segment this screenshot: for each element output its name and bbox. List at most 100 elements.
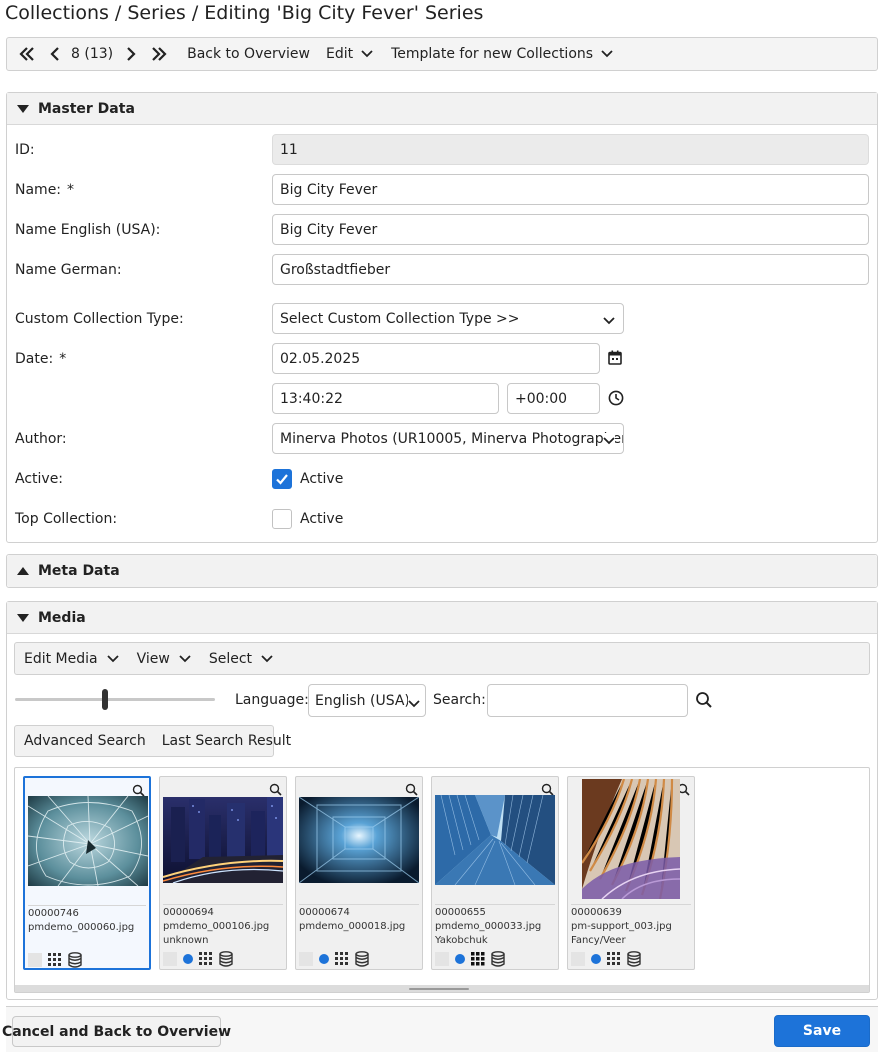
media-tile[interactable]: 00000694 pmdemo_000106.jpg unknown	[159, 776, 287, 970]
grid-icon[interactable]	[607, 952, 621, 966]
name-input[interactable]: Big City Fever	[272, 174, 869, 205]
chevron-down-icon	[601, 50, 613, 58]
media-thumbnail[interactable]	[435, 795, 555, 885]
database-icon[interactable]	[219, 951, 233, 967]
template-menu-button[interactable]: Template for new Collections	[391, 38, 613, 70]
required-mark: *	[67, 182, 75, 198]
view-menu[interactable]: View	[137, 651, 191, 667]
media-filename: pmdemo_000060.jpg	[28, 922, 135, 933]
select-box-icon[interactable]	[571, 952, 585, 966]
next-record-button[interactable]	[121, 38, 141, 70]
media-thumbnail[interactable]	[582, 779, 680, 899]
language-label: Language:	[235, 692, 309, 708]
active-checkbox-label[interactable]: Active	[300, 471, 343, 487]
database-icon[interactable]	[627, 951, 641, 967]
tile-actions	[571, 951, 641, 967]
meta-data-title: Meta Data	[38, 563, 120, 579]
media-header[interactable]: Media	[7, 602, 877, 634]
select-box-icon[interactable]	[299, 952, 313, 966]
scrollbar-thumb[interactable]	[409, 988, 469, 990]
media-tile[interactable]: 00000639 pm-support_003.jpg Fancy/Veer	[567, 776, 695, 970]
custom-collection-type-select[interactable]: Select Custom Collection Type >>	[272, 303, 624, 334]
zoom-slider-track[interactable]	[15, 698, 215, 701]
last-record-button[interactable]	[149, 38, 169, 70]
top-collection-checkbox[interactable]	[272, 509, 292, 529]
tile-actions	[435, 951, 505, 967]
name-english-input[interactable]: Big City Fever	[272, 214, 869, 245]
page-title: Collections / Series / Editing 'Big City…	[5, 2, 484, 24]
master-data-header[interactable]: Master Data	[7, 93, 877, 125]
database-icon[interactable]	[491, 951, 505, 967]
edit-media-label: Edit Media	[24, 650, 98, 667]
calendar-icon[interactable]	[608, 350, 622, 369]
media-thumbnail[interactable]	[163, 797, 283, 883]
media-filename: pmdemo_000033.jpg	[435, 921, 542, 932]
cancel-button[interactable]: Cancel and Back to Overview	[2, 1016, 231, 1047]
database-icon[interactable]	[68, 952, 82, 968]
chevron-down-icon	[603, 433, 615, 449]
status-dot-icon	[455, 954, 465, 964]
media-title: Media	[38, 609, 86, 626]
media-tile[interactable]: 00000674 pmdemo_000018.jpg	[295, 776, 423, 970]
name-german-input[interactable]: Großstadtfieber	[272, 254, 869, 285]
save-button[interactable]: Save	[774, 1015, 870, 1047]
clock-icon[interactable]	[608, 390, 624, 410]
first-record-button[interactable]	[17, 38, 37, 70]
chevron-down-icon	[408, 696, 420, 712]
media-panel: Media Edit Media View Select Language: E…	[6, 601, 878, 1000]
media-grid: 00000746 pmdemo_000060.jpg 00000694 pmde…	[14, 767, 870, 993]
tile-actions	[163, 951, 233, 967]
select-box-icon[interactable]	[28, 953, 42, 967]
edit-menu-button[interactable]: Edit	[326, 38, 373, 70]
media-id: 00000746	[28, 908, 79, 919]
active-label: Active:	[15, 471, 64, 487]
chevron-down-icon	[261, 654, 273, 663]
custom-collection-type-value: Select Custom Collection Type >>	[280, 310, 520, 327]
media-thumbnail[interactable]	[28, 796, 148, 886]
media-thumbnail[interactable]	[299, 797, 419, 883]
select-box-icon[interactable]	[435, 952, 449, 966]
select-menu[interactable]: Select	[209, 651, 273, 667]
media-author: unknown	[163, 935, 209, 946]
grid-icon[interactable]	[335, 952, 349, 966]
chevron-down-icon	[361, 50, 373, 58]
search-icon[interactable]	[695, 691, 713, 713]
select-box-icon[interactable]	[163, 952, 177, 966]
chevron-left-icon	[45, 44, 65, 64]
active-checkbox[interactable]	[272, 469, 292, 489]
media-toolbar: Edit Media View Select	[14, 642, 870, 675]
last-search-result-button[interactable]: Last Search Result	[153, 733, 298, 749]
timezone-input[interactable]: +00:00	[507, 383, 600, 414]
zoom-slider-handle[interactable]	[102, 689, 108, 710]
record-toolbar: 8 (13) Back to Overview Edit Template fo…	[6, 37, 878, 71]
tile-divider	[28, 905, 146, 906]
triangle-down-icon	[17, 613, 29, 623]
database-icon[interactable]	[355, 951, 369, 967]
media-id: 00000639	[571, 907, 622, 918]
media-tile[interactable]: 00000746 pmdemo_000060.jpg	[23, 776, 151, 970]
chevron-right-icon	[121, 44, 141, 64]
media-tile[interactable]: 00000655 pmdemo_000033.jpg Yakobchuk	[431, 776, 559, 970]
required-mark: *	[59, 351, 67, 367]
back-to-overview-button[interactable]: Back to Overview	[187, 38, 310, 70]
triangle-down-icon	[17, 104, 29, 114]
meta-data-header[interactable]: Meta Data	[7, 555, 877, 587]
tile-actions	[299, 951, 369, 967]
edit-media-menu[interactable]: Edit Media	[24, 651, 119, 667]
advanced-search-button[interactable]: Advanced Search	[15, 733, 153, 749]
author-select[interactable]: Minerva Photos (UR10005, Minerva Photogr…	[272, 423, 624, 454]
grid-icon[interactable]	[471, 952, 485, 966]
date-label-text: Date:	[15, 351, 54, 367]
grid-icon[interactable]	[199, 952, 213, 966]
tile-actions	[28, 952, 82, 968]
date-input[interactable]: 02.05.2025	[272, 343, 600, 374]
previous-record-button[interactable]	[45, 38, 65, 70]
top-collection-checkbox-label[interactable]: Active	[300, 511, 343, 527]
grid-icon[interactable]	[48, 953, 62, 967]
time-input[interactable]: 13:40:22	[272, 383, 499, 414]
language-select[interactable]: English (USA)	[308, 684, 426, 717]
form-footer: Cancel and Back to Overview Save	[2, 1006, 878, 1052]
media-grid-scrollbar[interactable]	[15, 985, 869, 992]
search-input[interactable]	[487, 684, 688, 717]
name-label: Name: *	[15, 182, 74, 198]
